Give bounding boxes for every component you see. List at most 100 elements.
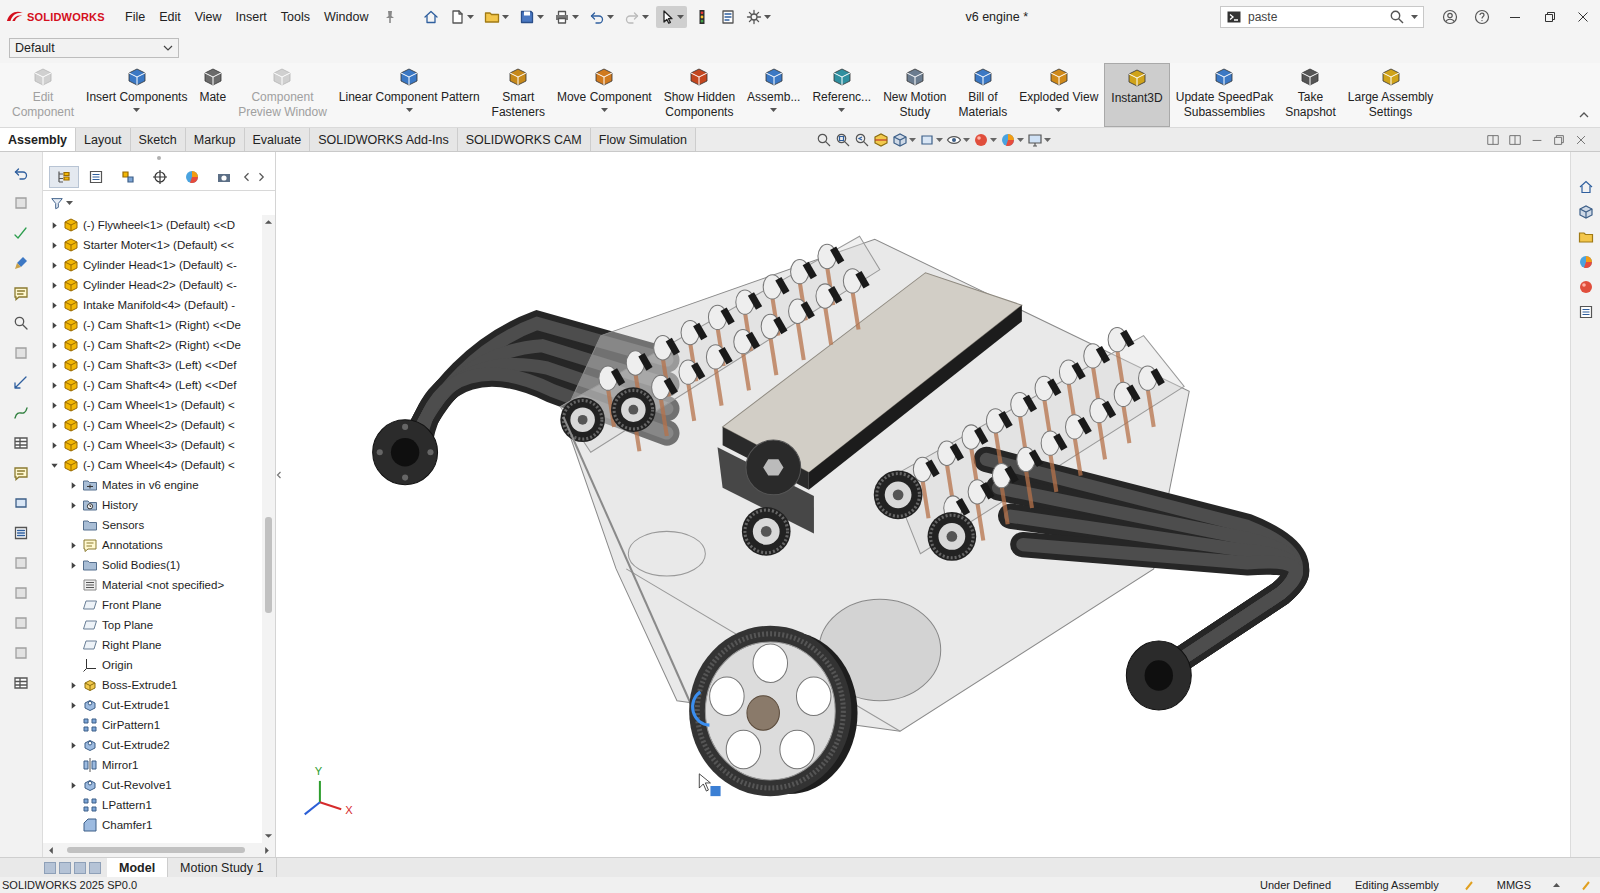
- task-pane-tab[interactable]: [1575, 253, 1597, 270]
- shortcut-button[interactable]: [10, 432, 32, 454]
- tab-scroll-button[interactable]: [89, 862, 101, 874]
- dropdown-caret-icon[interactable]: [601, 108, 608, 112]
- tree-item[interactable]: Origin: [43, 655, 262, 675]
- quick-access-button[interactable]: [551, 6, 582, 28]
- panel-grip[interactable]: [43, 152, 275, 164]
- shortcut-button[interactable]: [10, 492, 32, 514]
- tile-vertical-icon[interactable]: [1508, 133, 1522, 147]
- tree-item[interactable]: (-) Cam Shaft<3> (Left) <<Def: [43, 355, 262, 375]
- view-tool-button[interactable]: [1027, 132, 1051, 148]
- status-item[interactable]: Editing Assembly: [1355, 879, 1439, 892]
- quick-access-button[interactable]: [691, 6, 713, 28]
- camshafts[interactable]: [599, 244, 1165, 556]
- menu-item[interactable]: Tools: [274, 7, 317, 27]
- scroll-right-icon[interactable]: [255, 171, 267, 183]
- v6-engine-model[interactable]: YX: [282, 152, 1570, 857]
- tree-item[interactable]: (-) Cam Wheel<1> (Default) <: [43, 395, 262, 415]
- tree-item[interactable]: CirPattern1: [43, 715, 262, 735]
- tree-item[interactable]: Mates in v6 engine: [43, 475, 262, 495]
- ribbon-button[interactable]: New MotionStudy: [877, 63, 952, 127]
- view-tool-button[interactable]: [854, 132, 870, 148]
- solidworks-logo[interactable]: SOLIDWORKS: [6, 10, 118, 23]
- menu-item[interactable]: View: [188, 7, 229, 27]
- ribbon-button[interactable]: Mate: [193, 63, 232, 127]
- panel-splitter[interactable]: [275, 152, 282, 857]
- quick-access-button[interactable]: [481, 6, 512, 28]
- model-tab[interactable]: Model: [107, 858, 168, 877]
- minimize-button[interactable]: [1498, 0, 1532, 33]
- horizontal-scrollbar[interactable]: [43, 843, 275, 857]
- pin-icon[interactable]: [382, 9, 398, 25]
- quick-access-button[interactable]: [420, 6, 442, 28]
- tree-item[interactable]: (-) Cam Shaft<4> (Left) <<Def: [43, 375, 262, 395]
- collapsed-arrow-icon[interactable]: [50, 341, 59, 350]
- shortcut-button[interactable]: [10, 402, 32, 424]
- command-search-field[interactable]: paste: [1220, 6, 1424, 28]
- dropdown-caret-icon[interactable]: [133, 108, 140, 112]
- customize-icon[interactable]: [1580, 879, 1592, 891]
- tree-item[interactable]: Sensors: [43, 515, 262, 535]
- collapsed-arrow-icon[interactable]: [50, 301, 59, 310]
- scroll-thumb[interactable]: [67, 847, 245, 853]
- tree-item[interactable]: Cut-Revolve1: [43, 775, 262, 795]
- command-tab[interactable]: Sketch: [131, 128, 186, 151]
- tree-item[interactable]: Material <not specified>: [43, 575, 262, 595]
- shortcut-button[interactable]: [10, 342, 32, 364]
- ribbon-button[interactable]: Insert Components: [80, 63, 193, 127]
- tree-item[interactable]: History: [43, 495, 262, 515]
- manager-tab[interactable]: [209, 166, 239, 188]
- magnifier-icon[interactable]: [1389, 9, 1405, 25]
- shortcut-button[interactable]: [10, 462, 32, 484]
- collapsed-arrow-icon[interactable]: [50, 401, 59, 410]
- collapsed-arrow-icon[interactable]: [69, 541, 78, 550]
- manager-tab[interactable]: [145, 166, 175, 188]
- shortcut-button[interactable]: [10, 612, 32, 634]
- tree-item[interactable]: LPattern1: [43, 795, 262, 815]
- manager-tab[interactable]: [177, 166, 207, 188]
- menu-item[interactable]: File: [118, 7, 152, 27]
- shortcut-button[interactable]: [10, 522, 32, 544]
- ribbon-button[interactable]: TakeSnapshot: [1279, 63, 1342, 127]
- ribbon-button[interactable]: Update SpeedPakSubassemblies: [1170, 63, 1279, 127]
- collapsed-arrow-icon[interactable]: [69, 681, 78, 690]
- shortcut-button[interactable]: [10, 312, 32, 334]
- ribbon-button[interactable]: Exploded View: [1013, 63, 1104, 127]
- collapsed-arrow-icon[interactable]: [50, 241, 59, 250]
- shortcut-button[interactable]: [10, 552, 32, 574]
- ribbon-button[interactable]: Show HiddenComponents: [658, 63, 741, 127]
- tree-item[interactable]: Mirror1: [43, 755, 262, 775]
- ribbon-button[interactable]: Instant3D: [1104, 63, 1169, 127]
- dropdown-caret-icon[interactable]: [838, 108, 845, 112]
- shortcut-button[interactable]: [10, 372, 32, 394]
- view-tool-button[interactable]: [816, 132, 832, 148]
- shortcut-button[interactable]: [10, 582, 32, 604]
- graphics-area[interactable]: YX: [282, 152, 1570, 857]
- collapsed-arrow-icon[interactable]: [50, 221, 59, 230]
- ribbon-button[interactable]: Large AssemblySettings: [1342, 63, 1439, 127]
- shortcut-button[interactable]: [10, 222, 32, 244]
- scroll-down-icon[interactable]: [264, 833, 273, 839]
- valley-cover[interactable]: [718, 273, 1022, 534]
- quick-access-button[interactable]: [743, 6, 774, 28]
- view-tool-button[interactable]: [873, 132, 889, 148]
- command-tab[interactable]: SOLIDWORKS CAM: [458, 128, 591, 151]
- shortcut-button[interactable]: [10, 672, 32, 694]
- task-pane-tab[interactable]: [1575, 278, 1597, 295]
- manager-tab[interactable]: [49, 166, 79, 188]
- search-value[interactable]: paste: [1248, 10, 1383, 24]
- minimize-icon[interactable]: [1530, 133, 1544, 147]
- collapsed-arrow-icon[interactable]: [50, 361, 59, 370]
- task-pane-tab[interactable]: [1575, 178, 1597, 195]
- manager-tab[interactable]: [81, 166, 111, 188]
- rebuild-icon[interactable]: [1463, 879, 1475, 891]
- view-tool-button[interactable]: [1000, 132, 1024, 148]
- view-tool-button[interactable]: [946, 132, 970, 148]
- tree-item[interactable]: Cut-Extrude2: [43, 735, 262, 755]
- collapse-ribbon-icon[interactable]: [1576, 107, 1592, 123]
- tree-item[interactable]: Front Plane: [43, 595, 262, 615]
- tree-item[interactable]: (-) Cam Wheel<2> (Default) <: [43, 415, 262, 435]
- collapsed-arrow-icon[interactable]: [69, 701, 78, 710]
- user-button[interactable]: [1434, 0, 1466, 33]
- ribbon-button[interactable]: Linear Component Pattern: [333, 63, 486, 127]
- close-button[interactable]: [1566, 0, 1600, 33]
